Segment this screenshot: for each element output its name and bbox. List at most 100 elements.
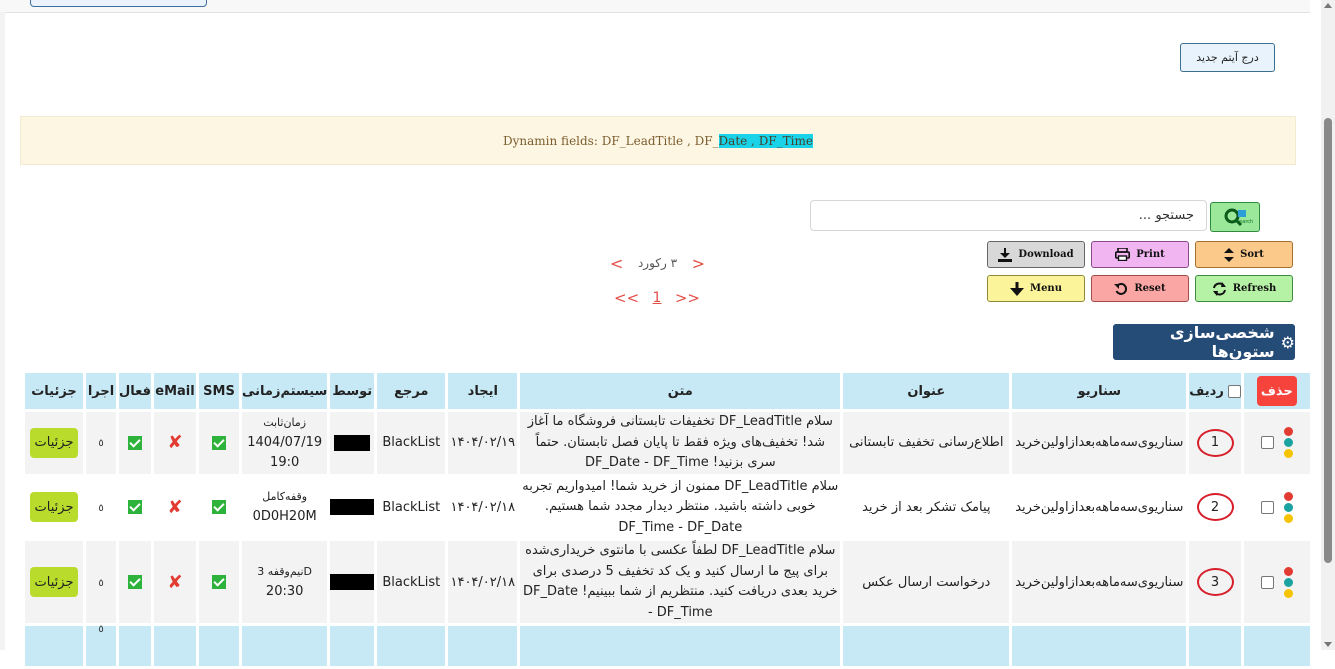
run-cell: ٥ <box>86 476 116 538</box>
row-number: 2 <box>1196 493 1234 522</box>
header-scenario[interactable]: سناریو <box>1012 373 1187 409</box>
details-button[interactable]: جزئیات <box>30 567 78 597</box>
scroll-up-icon[interactable] <box>1324 3 1332 8</box>
records-count: ۳ رکورد <box>637 256 678 270</box>
search-input[interactable] <box>810 200 1207 231</box>
refresh-label: Refresh <box>1232 283 1277 294</box>
header-run[interactable]: اجرا <box>86 373 116 409</box>
new-item-button[interactable]: درج آیتم جدید <box>1180 43 1275 72</box>
top-bar <box>0 0 1310 13</box>
download-icon <box>998 247 1013 262</box>
row-checkbox[interactable] <box>1260 500 1274 514</box>
footer-cell <box>25 626 83 666</box>
printer-icon <box>1115 248 1131 261</box>
records-next[interactable]: > <box>692 254 705 273</box>
header-email[interactable]: eMail <box>154 373 197 409</box>
sort-label: Sort <box>1240 249 1264 260</box>
header-details[interactable]: جزئیات <box>25 373 83 409</box>
check-icon[interactable] <box>212 500 227 515</box>
row-checkbox[interactable] <box>1260 436 1274 450</box>
ref-cell: BlackList <box>377 541 446 623</box>
row-number-cell: 2 <box>1189 476 1241 538</box>
scrollbar-thumb[interactable] <box>1324 118 1332 563</box>
vertical-scrollbar[interactable] <box>1321 0 1335 650</box>
header-ref[interactable]: مرجع <box>377 373 446 409</box>
pager-first[interactable]: << <box>614 289 639 307</box>
header-schedule[interactable]: سیستم‌زمانی <box>242 373 328 409</box>
check-icon[interactable] <box>128 435 142 450</box>
details-button[interactable]: جزئیات <box>30 427 78 458</box>
sort-button[interactable]: Sort <box>1195 241 1293 268</box>
details-cell: جزئیات <box>25 541 83 623</box>
footer-cell <box>199 626 240 666</box>
records-prev[interactable]: < <box>610 254 623 273</box>
schedule-type: نیم‌وقفه 3D <box>257 565 313 578</box>
header-active[interactable]: فعال <box>119 373 152 409</box>
customize-columns-button[interactable]: ⚙ شخصی‌سازی ستون‌ها <box>1113 323 1295 361</box>
check-icon[interactable] <box>128 575 142 589</box>
text-cell: سلام DF_LeadTitle لطفاً عکسی با مانتوی خ… <box>520 541 841 623</box>
search-button[interactable]: Search <box>1210 202 1260 232</box>
top-tab-stub[interactable] <box>30 0 207 7</box>
scroll-down-icon[interactable] <box>1324 642 1332 647</box>
sms-cell <box>199 412 240 474</box>
title-cell: اطلاع‌رسانی تخفیف تابستانی <box>843 412 1010 474</box>
footer-cell <box>843 626 1010 666</box>
run-cell: ٥ <box>86 412 116 474</box>
check-icon[interactable] <box>212 435 227 450</box>
print-button[interactable]: Print <box>1091 241 1189 268</box>
gear-icon: ⚙ <box>1280 332 1295 352</box>
table-row[interactable]: جزئیات ٥ ✘ نیم‌وقفه 3D 20:30 BlackList ۱… <box>25 541 1310 623</box>
run-indicator: ٥ <box>98 502 104 514</box>
email-cell: ✘ <box>154 541 197 623</box>
redacted-bar <box>330 499 375 516</box>
header-by[interactable]: توسط <box>330 373 375 409</box>
created-cell: ۱۴۰۴/۰۲/۱۸ <box>448 476 518 538</box>
download-button[interactable]: Download <box>987 241 1085 268</box>
cross-icon[interactable]: ✘ <box>167 432 182 453</box>
footer-cell <box>1012 626 1187 666</box>
header-sms[interactable]: SMS <box>199 373 240 409</box>
schedule-value: 20:30 <box>265 584 304 599</box>
by-cell <box>330 541 375 623</box>
title-cell: پیامک تشکر بعد از خرید <box>843 476 1010 538</box>
scenario-cell: سناریوی‌سه‌ماهه‌بعدازاولین‌خرید <box>1012 541 1187 623</box>
status-dots <box>1283 427 1293 459</box>
details-button[interactable]: جزئیات <box>30 492 78 523</box>
details-cell: جزئیات <box>25 476 83 538</box>
row-checkbox[interactable] <box>1260 575 1274 589</box>
pagination: << 1 >> <box>614 287 700 309</box>
download-label: Download <box>1018 249 1074 260</box>
ref-cell: BlackList <box>377 412 446 474</box>
active-cell <box>119 476 152 538</box>
cross-icon[interactable]: ✘ <box>167 497 182 518</box>
check-icon[interactable] <box>128 500 142 515</box>
delete-button[interactable]: حذف <box>1256 376 1297 406</box>
run-cell: ٥ <box>86 541 116 623</box>
check-icon[interactable] <box>212 575 227 589</box>
text-cell: سلام DF_LeadTitle تخفیفات تابستانی فروشگ… <box>520 412 841 474</box>
active-cell <box>119 541 152 623</box>
pager-last[interactable]: >> <box>675 289 700 307</box>
table-footer-row: ٥ <box>25 624 1310 666</box>
sms-cell <box>199 476 240 538</box>
select-all-checkbox[interactable] <box>1227 384 1241 398</box>
menu-button[interactable]: Menu <box>987 275 1085 302</box>
header-title[interactable]: عنوان <box>843 373 1010 409</box>
search-bar: Search <box>810 200 1261 232</box>
status-dots <box>1283 491 1293 523</box>
redacted-bar <box>334 434 371 451</box>
footer-cell <box>119 626 152 666</box>
redacted-bar <box>330 574 375 590</box>
refresh-button[interactable]: Refresh <box>1195 275 1293 302</box>
header-created[interactable]: ایجاد <box>448 373 518 409</box>
reset-button[interactable]: Reset <box>1091 275 1189 302</box>
header-row: ردیف <box>1189 373 1241 409</box>
table-row[interactable]: جزئیات ٥ ✘ زمان‌ثابت 1404/07/19 19:0 Bla… <box>25 412 1310 474</box>
cross-icon[interactable]: ✘ <box>167 572 182 593</box>
header-delete: حذف <box>1243 373 1310 409</box>
header-text[interactable]: متن <box>520 373 841 409</box>
pager-page[interactable]: 1 <box>653 290 662 306</box>
table-row[interactable]: جزئیات ٥ ✘ وقفه‌کامل 0D0H20M BlackList ۱… <box>25 476 1310 538</box>
sms-cell <box>199 541 240 623</box>
